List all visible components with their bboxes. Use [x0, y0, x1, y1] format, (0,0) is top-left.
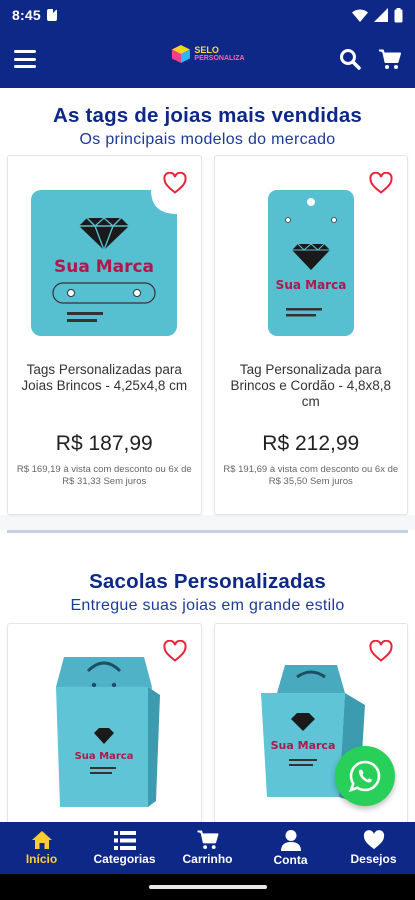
product-price: R$ 187,99	[55, 432, 153, 455]
section-subtitle: Entregue suas joias em grande estilo	[70, 597, 345, 614]
list-icon	[113, 830, 136, 850]
battery-icon	[394, 7, 403, 22]
wishlist-heart-icon[interactable]	[369, 172, 393, 194]
nav-label: Início	[25, 852, 58, 866]
jewelry-tag-image: Sua Marca	[31, 190, 178, 336]
whatsapp-button[interactable]	[335, 746, 395, 806]
logo-cube-icon	[170, 44, 190, 64]
cart-icon	[197, 830, 218, 850]
logo-line2: PERSONALIZA	[194, 55, 245, 62]
bottom-navigation: Início Categorias Carrinho Conta Desejos	[0, 822, 415, 874]
system-navigation-bar	[0, 874, 415, 900]
logo-line1: SELO	[194, 45, 219, 55]
product-image-label: Sua Marca	[275, 278, 346, 292]
search-icon[interactable]	[339, 48, 361, 70]
section-title: As tags de joias mais vendidas	[52, 104, 363, 127]
logo[interactable]: SELO PERSONALIZA	[170, 44, 245, 64]
product-image-label: Sua Marca	[54, 257, 154, 277]
jewelry-tag-image: Sua Marca	[267, 190, 354, 336]
section-title: Sacolas Personalizadas	[89, 570, 326, 593]
nav-item-conta[interactable]: Conta	[249, 822, 332, 874]
home-gesture-pill[interactable]	[148, 885, 267, 889]
nav-label: Categorias	[93, 851, 156, 866]
product-card[interactable]: Sua Marca	[7, 623, 202, 822]
menu-icon[interactable]	[14, 50, 36, 68]
whatsapp-icon	[348, 760, 381, 793]
nav-label: Carrinho	[182, 852, 233, 866]
nav-item-desejos[interactable]: Desejos	[332, 822, 415, 874]
product-image-label: Sua Marca	[75, 751, 134, 762]
top-app-bar: SELO PERSONALIZA	[0, 30, 415, 88]
gift-bag-image: Sua Marca	[56, 657, 161, 807]
nav-item-inicio[interactable]: Início	[0, 822, 83, 874]
product-card[interactable]: Sua Marca Tag Personalizada para Brincos…	[213, 155, 408, 515]
section-header: As tags de joias mais vendidas Os princi…	[0, 88, 415, 155]
signal-icon	[374, 8, 388, 22]
wishlist-heart-icon[interactable]	[162, 640, 187, 662]
product-installments: R$ 169,19 à vista com desconto ou 6x de …	[16, 464, 192, 487]
user-icon	[280, 829, 301, 851]
wifi-icon	[352, 8, 368, 22]
section-header: Sacolas Personalizadas Entregue suas joi…	[0, 548, 415, 623]
status-time: 8:45	[12, 7, 41, 23]
nav-label: Desejos	[350, 852, 397, 866]
nav-label: Conta	[273, 852, 308, 867]
wishlist-heart-icon[interactable]	[369, 640, 393, 662]
cart-icon[interactable]	[379, 49, 401, 70]
home-feed[interactable]: As tags de joias mais vendidas Os princi…	[0, 88, 415, 822]
heart-icon	[363, 830, 384, 850]
product-grid: Sua Marca Tags Personalizadas para Joias…	[0, 155, 415, 515]
sim-card-icon	[46, 9, 57, 21]
nav-item-categorias[interactable]: Categorias	[83, 822, 166, 874]
product-name: Tags Personalizadas para Joias Brincos -…	[21, 362, 188, 393]
nav-item-carrinho[interactable]: Carrinho	[166, 822, 249, 874]
product-name: Tag Personalizada para Brincos e Cordão …	[230, 362, 392, 409]
status-bar: 8:45	[0, 0, 415, 30]
product-installments: R$ 191,69 à vista com desconto ou 6x de …	[223, 464, 399, 487]
product-card[interactable]: Sua Marca Tags Personalizadas para Joias…	[7, 155, 202, 515]
product-image-label: Sua Marca	[270, 739, 335, 752]
product-price: R$ 212,99	[262, 432, 360, 455]
section-divider	[7, 530, 408, 533]
spacer	[0, 530, 415, 548]
wishlist-heart-icon[interactable]	[162, 172, 187, 194]
home-icon	[31, 831, 52, 849]
section-subtitle: Os principais modelos do mercado	[79, 131, 336, 148]
